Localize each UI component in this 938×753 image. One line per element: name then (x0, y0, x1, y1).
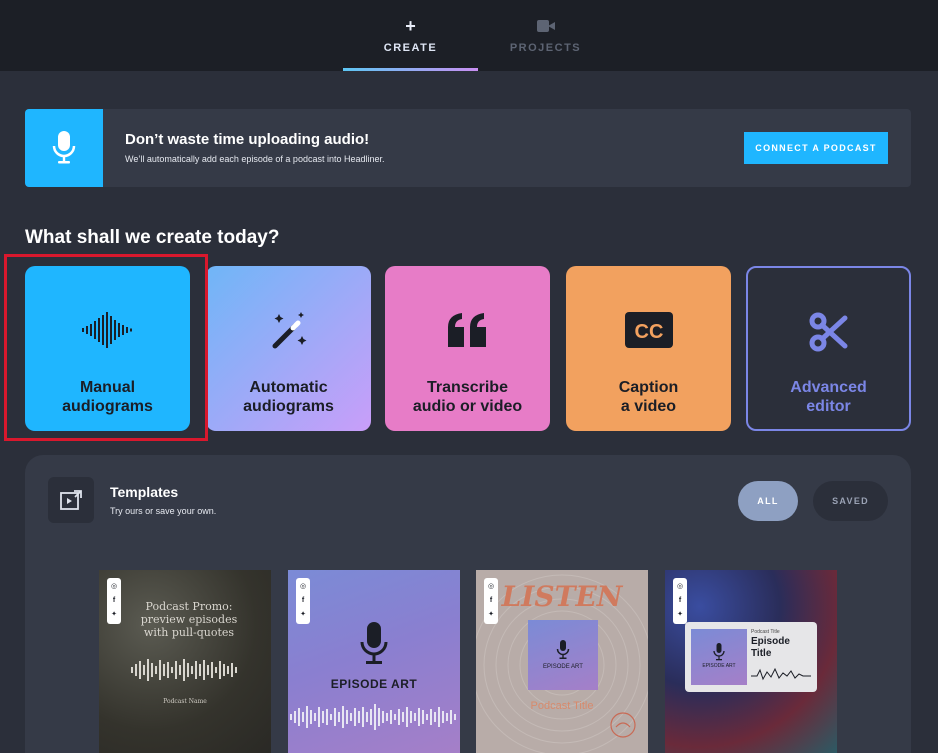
template-thumb-podcast-promo[interactable]: ◎ f ✦ Podcast Promo: preview episodes wi… (99, 570, 271, 753)
connect-podcast-button[interactable]: CONNECT A PODCAST (744, 132, 888, 164)
banner-title: Don’t waste time uploading audio! (125, 131, 370, 148)
instagram-icon: ◎ (299, 583, 307, 590)
plus-icon: + (405, 15, 416, 36)
template-promo-footer: Podcast Name (163, 698, 207, 705)
template-listen-headline: LISTEN (501, 580, 623, 613)
video-camera-icon (536, 18, 555, 36)
caption-video-card[interactable]: CC Caption a video (566, 266, 731, 431)
template-thumb-episode-art[interactable]: ◎ f ✦ EPISODE ART (288, 570, 460, 753)
tab-projects[interactable]: PROJECTS (478, 0, 613, 71)
episode-card: EPISODE ART Podcast Title Episode Title (685, 622, 817, 692)
caption-video-label: Caption a video (618, 379, 679, 415)
template-icon (48, 477, 94, 523)
advanced-editor-label: Advanced editor (790, 379, 867, 415)
tab-create[interactable]: + CREATE (343, 0, 478, 71)
wave-line-graphic (751, 667, 811, 681)
template-episode-art-label: EPISODE ART (330, 677, 418, 691)
create-heading: What shall we create today? (25, 227, 280, 248)
waveform-graphic (131, 659, 237, 681)
microphone-icon (556, 640, 570, 659)
instagram-icon: ◎ (110, 583, 118, 590)
social-icons: ◎ f ✦ (107, 578, 121, 624)
twitter-icon: ✦ (677, 611, 683, 618)
episode-art-box: EPISODE ART (691, 629, 747, 685)
microphone-icon (713, 643, 725, 661)
cc-icon: CC (566, 308, 731, 352)
automatic-audiograms-card[interactable]: Automatic audiograms (206, 266, 371, 431)
templates-title: Templates (110, 484, 179, 500)
template-episode-art-label: EPISODE ART (702, 663, 736, 669)
top-nav: + CREATE PROJECTS (0, 0, 938, 71)
templates-subtitle: Try ours or save your own. (110, 506, 217, 516)
episode-art-box: EPISODE ART (528, 620, 598, 690)
facebook-icon: f (301, 597, 305, 604)
transcribe-card[interactable]: Transcribe audio or video (385, 266, 550, 431)
manual-audiograms-card[interactable]: Manual audiograms (25, 266, 190, 431)
social-icons: ◎ f ✦ (296, 578, 310, 624)
scissors-icon (748, 310, 909, 354)
twitter-icon: ✦ (300, 611, 306, 618)
twitter-icon: ✦ (111, 611, 117, 618)
magic-wand-icon (206, 308, 371, 352)
social-icons: ◎ f ✦ (673, 578, 687, 624)
transcribe-label: Transcribe audio or video (412, 379, 523, 415)
advanced-editor-card[interactable]: Advanced editor (746, 266, 911, 431)
template-thumb-episode-card[interactable]: ◎ f ✦ EPISODE ART Podcast Title Episode … (665, 570, 837, 753)
quote-icon (385, 308, 550, 352)
microphone-icon (25, 109, 103, 187)
template-podcast-title: Podcast Title (751, 629, 780, 635)
waveform-icon (25, 308, 190, 352)
facebook-icon: f (678, 597, 682, 604)
template-episode-art-label: EPISODE ART (543, 664, 583, 670)
template-promo-title: Podcast Promo: preview episodes with pul… (140, 600, 238, 639)
connect-podcast-banner: Don’t waste time uploading audio! We’ll … (25, 109, 911, 187)
filter-saved-button[interactable]: SAVED (813, 481, 888, 521)
template-episode-title: Episode Title (751, 636, 790, 659)
stamp-graphic (610, 712, 636, 738)
filter-all-button[interactable]: ALL (738, 481, 798, 521)
facebook-icon: f (112, 597, 116, 604)
active-tab-indicator (343, 68, 478, 71)
svg-text:CC: CC (634, 321, 663, 343)
instagram-icon: ◎ (676, 583, 684, 590)
automatic-audiograms-label: Automatic audiograms (243, 379, 334, 415)
manual-audiograms-label: Manual audiograms (62, 379, 153, 415)
waveform-graphic (290, 704, 456, 730)
banner-subtitle: We’ll automatically add each episode of … (125, 154, 385, 164)
tab-projects-label: PROJECTS (509, 41, 582, 54)
tab-create-label: CREATE (383, 41, 438, 54)
template-thumb-listen[interactable]: ◎ f ✦ LISTEN EPISODE ART Podcast Title (476, 570, 648, 753)
microphone-icon (360, 622, 388, 664)
